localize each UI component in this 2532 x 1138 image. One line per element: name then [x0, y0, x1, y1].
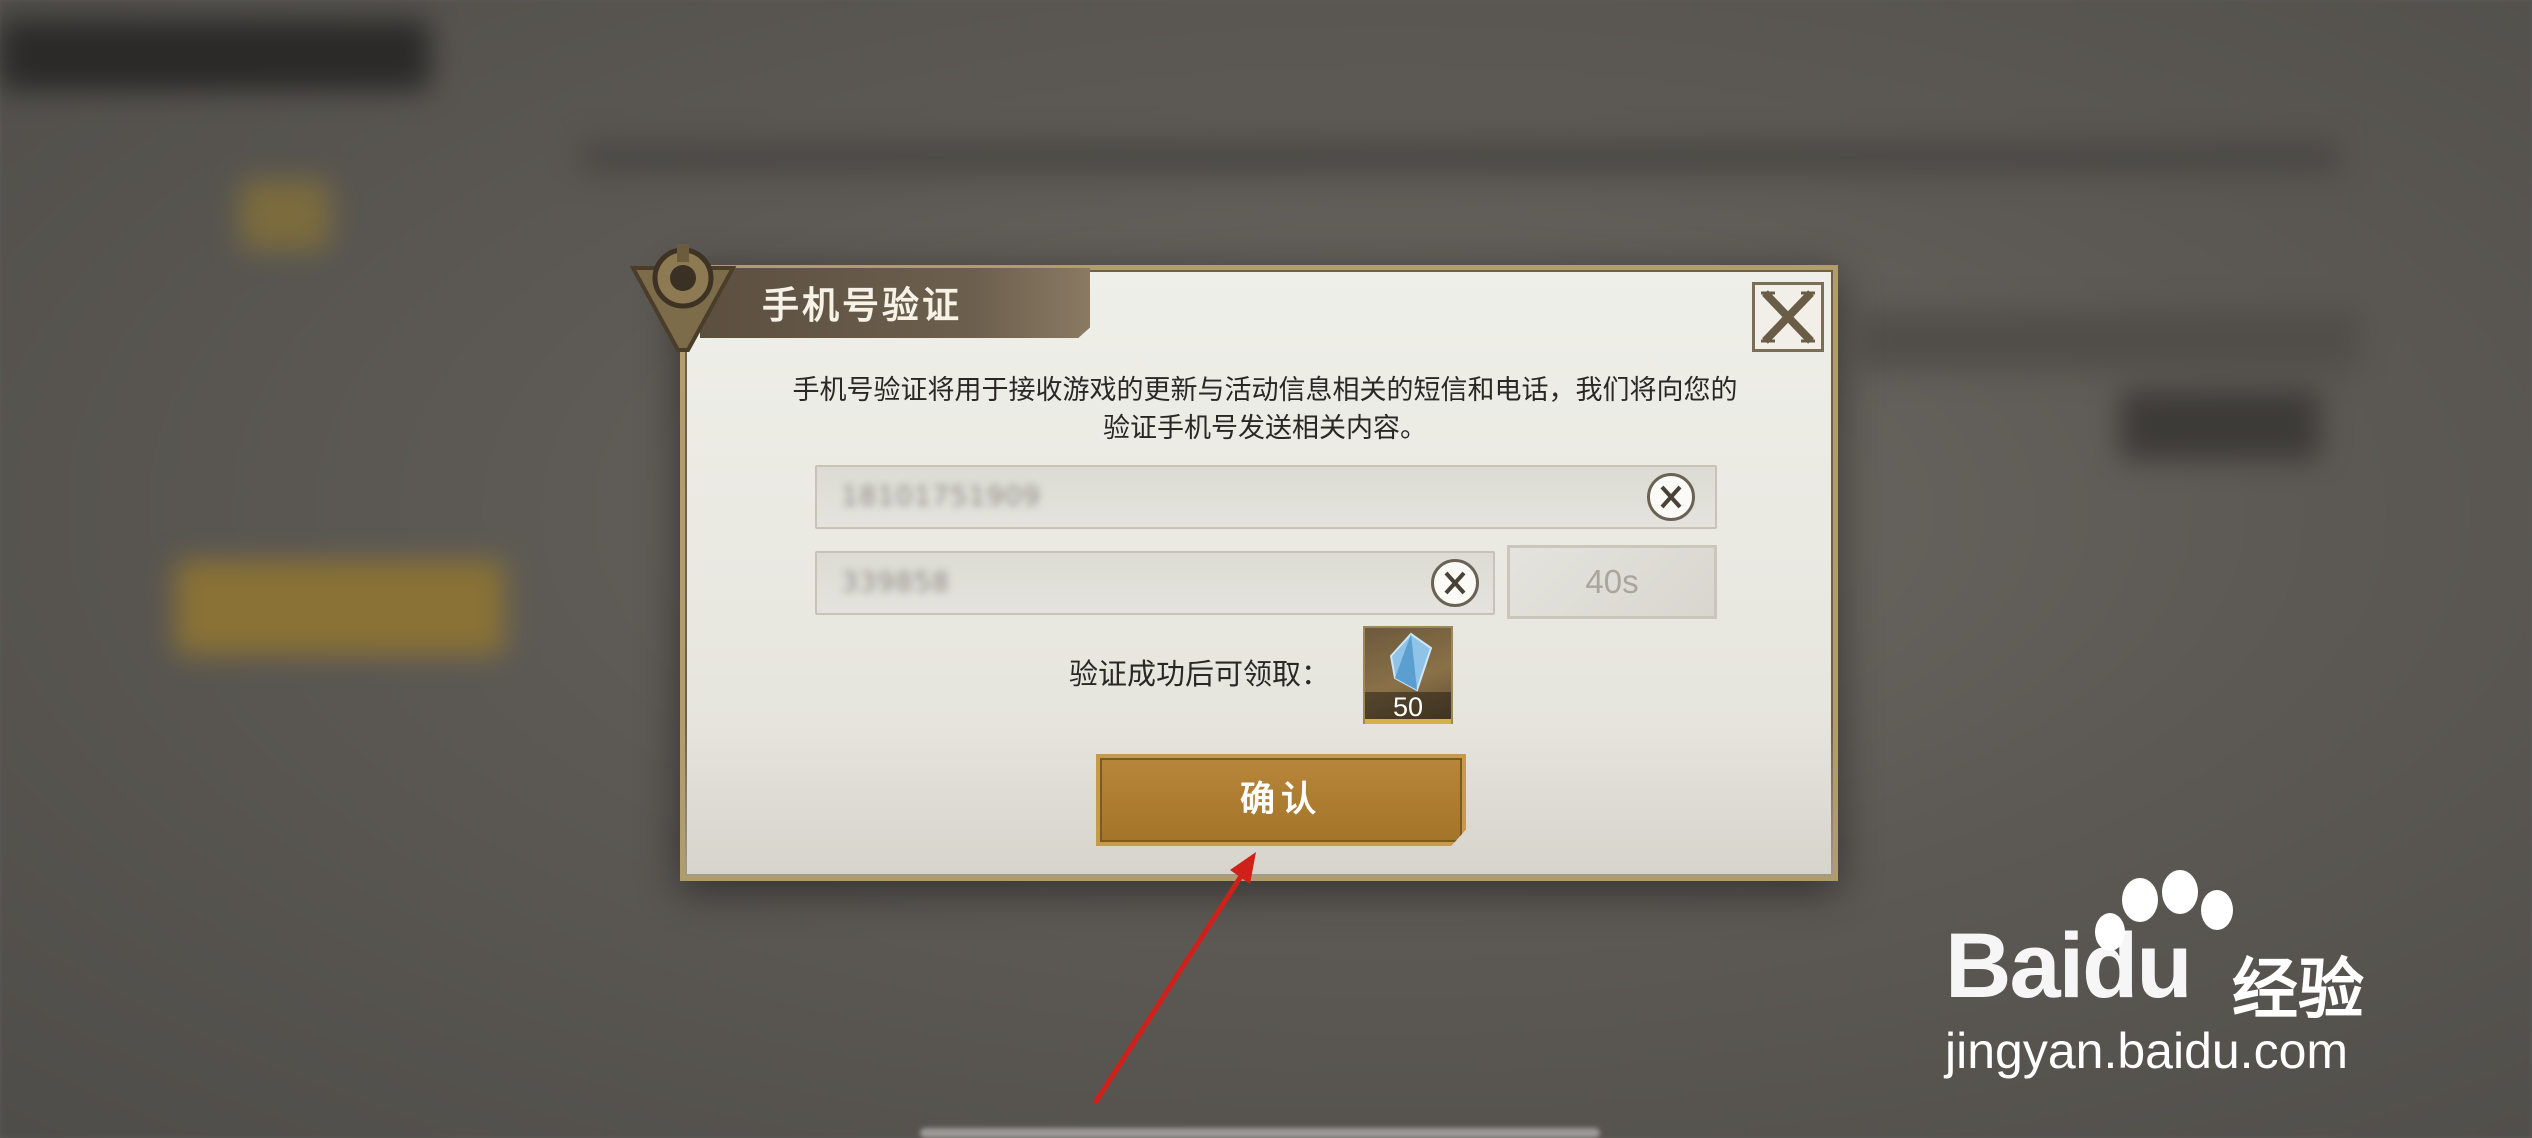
bg-blur-block	[0, 20, 430, 90]
reward-item[interactable]: 50	[1363, 626, 1453, 724]
watermark-brand: Baidu	[1945, 915, 2193, 1017]
dialog-description: 手机号验证将用于接收游戏的更新与活动信息相关的短信和电话，我们将向您的验证手机号…	[792, 375, 1738, 444]
watermark-brand-suffix: 经验	[2232, 951, 2364, 1028]
phone-value: 18101751909	[841, 481, 1041, 512]
bg-blur-block	[2120, 390, 2320, 460]
crystal-icon	[1389, 632, 1433, 692]
code-value: 339858	[841, 567, 951, 598]
emblem-icon	[629, 244, 737, 352]
close-icon	[1761, 290, 1815, 344]
confirm-button[interactable]: 确认	[1096, 754, 1466, 846]
clear-icon	[1660, 485, 1682, 509]
clear-code-button[interactable]	[1431, 559, 1479, 607]
clear-icon	[1444, 571, 1466, 595]
verification-code-input[interactable]: 339858	[815, 551, 1495, 615]
reward-rarity-bar	[1365, 719, 1451, 724]
bg-blur-block	[240, 180, 330, 250]
bg-blur-block	[175, 560, 505, 655]
clear-phone-button[interactable]	[1647, 473, 1695, 521]
dialog-title: 手机号验证	[762, 283, 962, 327]
resend-code-countdown[interactable]: 40s	[1507, 545, 1717, 619]
close-button[interactable]	[1752, 282, 1824, 352]
home-indicator-bar	[920, 1128, 1600, 1138]
watermark-url: jingyan.baidu.com	[1945, 1023, 2349, 1079]
reward-quantity: 50	[1365, 692, 1451, 722]
phone-input[interactable]: 18101751909	[815, 465, 1717, 529]
bg-blur-block	[1860, 310, 2360, 370]
bg-blur-block	[580, 140, 2340, 174]
reward-label: 验证成功后可领取：	[1069, 657, 1331, 691]
